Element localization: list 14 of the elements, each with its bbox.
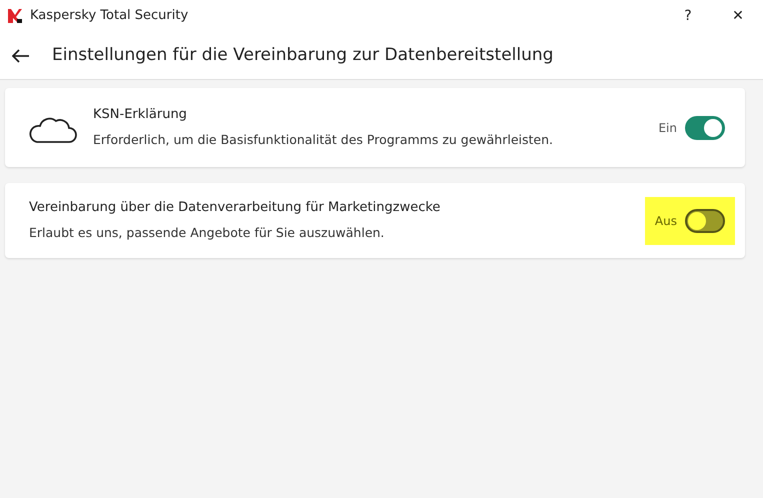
setting-title: Vereinbarung über die Datenverarbeitung für Marketingzwecke xyxy=(29,199,442,218)
close-button[interactable]: ✕ xyxy=(713,0,763,32)
setting-description: Erlaubt es uns, passende Angebote für Sie auszuwählen. xyxy=(29,224,386,242)
toggle-label: Aus xyxy=(654,212,677,230)
logo-icon xyxy=(8,9,22,23)
toggle-switch[interactable] xyxy=(685,208,725,232)
back-arrow-icon[interactable] xyxy=(12,48,30,62)
toggle-switch[interactable] xyxy=(685,116,725,140)
setting-title: KSN-Erklärung xyxy=(93,106,188,124)
page-title: Einstellungen für die Vereinbarung zur Datenbereitstellung xyxy=(52,44,554,67)
toggle-label: Ein xyxy=(658,120,677,136)
help-button[interactable]: ? xyxy=(663,0,713,32)
window-title: Kaspersky Total Security xyxy=(30,7,190,26)
setting-description: Erforderlich, um die Basisfunktionalität des Programms zu gewährleisten. xyxy=(93,130,554,149)
